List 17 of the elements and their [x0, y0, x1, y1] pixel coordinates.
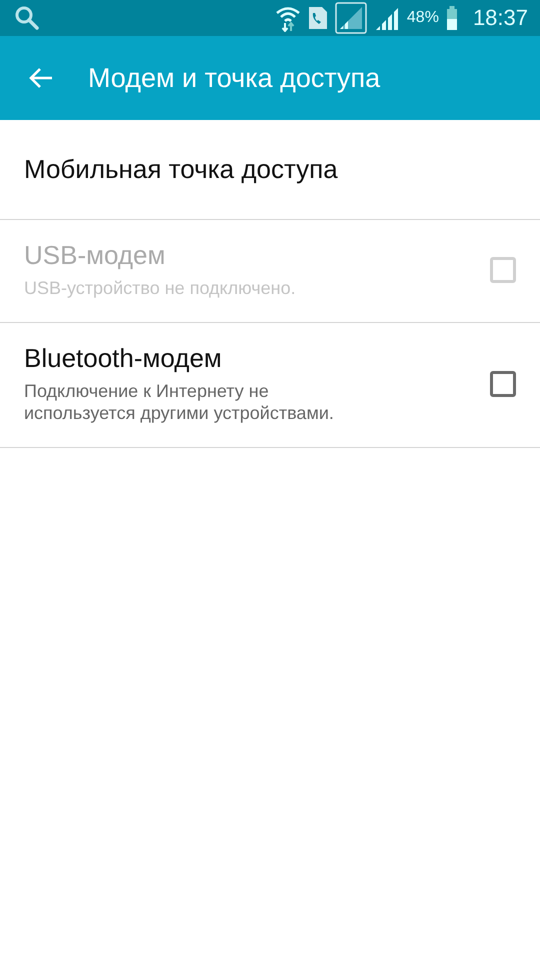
- phone-icon: [308, 6, 328, 30]
- settings-item[interactable]: Bluetooth-модем Подключение к Интернету не используется другими устройствами.: [0, 322, 540, 448]
- back-arrow-icon: [28, 66, 54, 90]
- signal-icon: [334, 2, 367, 34]
- search-icon: [14, 5, 40, 31]
- clock: 18:37: [472, 5, 528, 31]
- item-title: Bluetooth-модем: [24, 342, 223, 374]
- battery-icon: [446, 5, 458, 31]
- item-subtitle: USB-устройство не подключено.: [24, 277, 297, 300]
- settings-item[interactable]: Мобильная точка доступа: [0, 120, 540, 220]
- item-title: Мобильная точка доступа: [24, 154, 338, 185]
- wifi-icon: [274, 4, 301, 32]
- battery-percentage: 48%: [406, 9, 439, 27]
- checkbox[interactable]: [490, 370, 516, 396]
- item-subtitle: Подключение к Интернету не используется другими устройствами.: [24, 380, 335, 424]
- item-title: USB-модем: [24, 240, 166, 271]
- screen-title: Модем и точка доступа: [88, 62, 380, 94]
